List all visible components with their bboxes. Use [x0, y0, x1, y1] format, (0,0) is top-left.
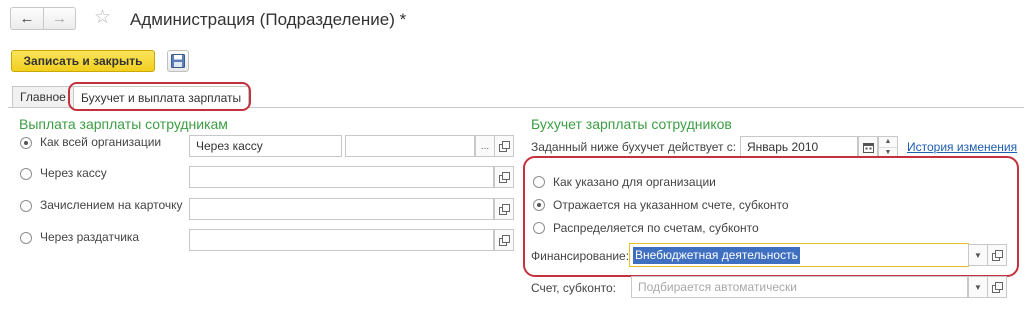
account-open-button[interactable]: [987, 276, 1007, 298]
tab-highlight-outline: [68, 82, 251, 111]
radio-card[interactable]: [20, 200, 32, 212]
effective-date-field[interactable]: Январь 2010: [740, 136, 858, 158]
open-button-1[interactable]: [494, 135, 514, 157]
accounting-group-title: Бухучет зарплаты сотрудников: [531, 116, 732, 132]
open-icon: [992, 282, 1003, 293]
payout-group-title: Выплата зарплаты сотрудникам: [19, 116, 228, 132]
history-nav: ← →: [10, 7, 76, 30]
spin-up-icon[interactable]: ▲: [879, 137, 897, 148]
radio-cash-label: Через кассу: [40, 166, 107, 180]
save-button[interactable]: [167, 50, 189, 72]
choose-button[interactable]: ...: [475, 135, 495, 157]
open-icon: [499, 235, 510, 246]
radio-as-organization-label: Как всей организации: [40, 135, 162, 149]
forward-button[interactable]: →: [42, 8, 75, 29]
effective-date-label: Заданный ниже бухучет действует с:: [531, 140, 737, 154]
floppy-disk-icon: [171, 54, 185, 68]
radio-card-label: Зачислением на карточку: [40, 198, 183, 212]
cash-field[interactable]: [189, 166, 494, 188]
open-icon: [499, 204, 510, 215]
window-title: Администрация (Подразделение) *: [130, 10, 407, 29]
calendar-icon: [862, 142, 874, 153]
radio-as-organization[interactable]: [20, 137, 32, 149]
card-field[interactable]: [189, 198, 494, 220]
date-spinner[interactable]: ▲ ▼: [878, 136, 898, 158]
payout-method-field[interactable]: Через кассу: [189, 135, 342, 157]
arrow-left-icon: ←: [19, 10, 35, 27]
accounting-highlight-outline: [523, 156, 1019, 277]
account-label: Счет, субконто:: [531, 281, 616, 295]
radio-cash[interactable]: [20, 168, 32, 180]
radio-distributor-label: Через раздатчика: [40, 230, 140, 244]
open-button-4[interactable]: [494, 229, 514, 251]
open-button-3[interactable]: [494, 198, 514, 220]
tab-main[interactable]: Главное: [12, 86, 74, 107]
back-button[interactable]: ←: [11, 8, 43, 29]
account-field[interactable]: Подбирается автоматически: [631, 276, 968, 298]
save-and-close-button[interactable]: Записать и закрыть: [11, 50, 155, 72]
radio-distributor[interactable]: [20, 232, 32, 244]
account-dropdown-button[interactable]: ▼: [968, 276, 988, 298]
chevron-down-icon: ▼: [974, 282, 982, 292]
ellipsis-icon: ...: [480, 140, 490, 152]
favorite-star-icon[interactable]: ☆: [94, 8, 111, 28]
open-icon: [499, 172, 510, 183]
distributor-field[interactable]: [189, 229, 494, 251]
history-link[interactable]: История изменения: [907, 140, 1017, 154]
open-icon: [499, 141, 510, 152]
payout-method-detail-field[interactable]: [345, 135, 475, 157]
calendar-button[interactable]: [858, 136, 878, 158]
open-button-2[interactable]: [494, 166, 514, 188]
arrow-right-icon: →: [51, 10, 67, 27]
